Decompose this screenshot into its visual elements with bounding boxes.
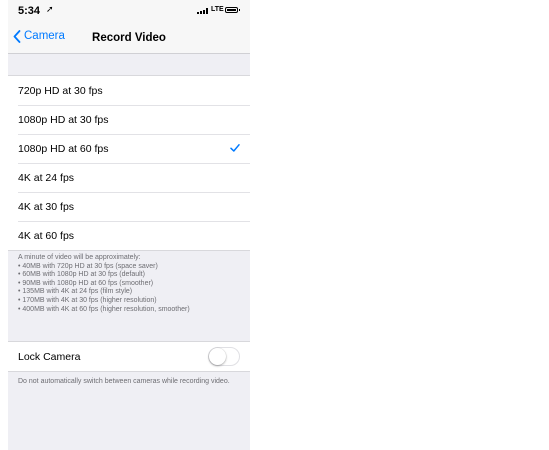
status-bar: 5:34 ➚ LTE — [8, 0, 250, 20]
video-size-info: A minute of video will be approximately:… — [18, 254, 244, 314]
chevron-left-icon — [13, 29, 21, 43]
option-label: 720p HD at 30 fps — [18, 84, 103, 97]
option-4k-24[interactable]: 4K at 24 fps — [8, 163, 250, 192]
battery-level — [227, 9, 236, 11]
info-line: • 400MB with 4K at 60 fps (higher resolu… — [18, 305, 190, 313]
signal-strength-icon — [197, 8, 208, 14]
option-label: 4K at 24 fps — [18, 171, 75, 184]
info-line: • 90MB with 1080p HD at 60 fps (smoother… — [18, 279, 154, 287]
network-type: LTE — [211, 6, 224, 13]
info-line: • 135MB with 4K at 24 fps (film style) — [18, 288, 133, 296]
back-button[interactable]: Camera — [13, 27, 65, 45]
navigation-bar: Camera Record Video — [8, 20, 250, 54]
lock-camera-footer: Do not automatically switch between came… — [18, 378, 230, 385]
toggle-knob — [209, 348, 226, 365]
option-720p-30[interactable]: 720p HD at 30 fps — [8, 76, 250, 105]
settings-screen: 5:34 ➚ LTE Camera Record Video 720p HD a… — [8, 0, 250, 450]
battery-tip — [239, 9, 240, 11]
info-line: • 40MB with 720p HD at 30 fps (space sav… — [18, 262, 158, 270]
location-arrow-icon: ➚ — [46, 4, 54, 14]
option-label: 1080p HD at 60 fps — [18, 142, 109, 155]
back-button-label: Camera — [24, 30, 65, 42]
option-1080p-30[interactable]: 1080p HD at 30 fps — [8, 105, 250, 134]
lock-camera-toggle[interactable] — [208, 347, 240, 366]
option-label: 4K at 30 fps — [18, 200, 75, 213]
info-line: • 60MB with 1080p HD at 30 fps (default) — [18, 271, 145, 279]
info-line: • 170MB with 4K at 30 fps (higher resolu… — [18, 296, 157, 304]
battery-icon — [225, 7, 238, 13]
lock-camera-row: Lock Camera — [8, 341, 250, 372]
checkmark-icon — [230, 144, 240, 152]
option-4k-60[interactable]: 4K at 60 fps — [8, 221, 250, 250]
option-1080p-60[interactable]: 1080p HD at 60 fps — [8, 134, 250, 163]
page-title-text: Record Video — [92, 32, 166, 44]
option-4k-30[interactable]: 4K at 30 fps — [8, 192, 250, 221]
status-time: 5:34 — [18, 5, 41, 17]
lock-camera-label: Lock Camera — [18, 350, 81, 363]
record-video-options: 720p HD at 30 fps 1080p HD at 30 fps 108… — [8, 75, 250, 251]
option-label: 4K at 60 fps — [18, 229, 75, 242]
option-label: 1080p HD at 30 fps — [18, 113, 109, 126]
info-heading: A minute of video will be approximately: — [18, 254, 141, 261]
